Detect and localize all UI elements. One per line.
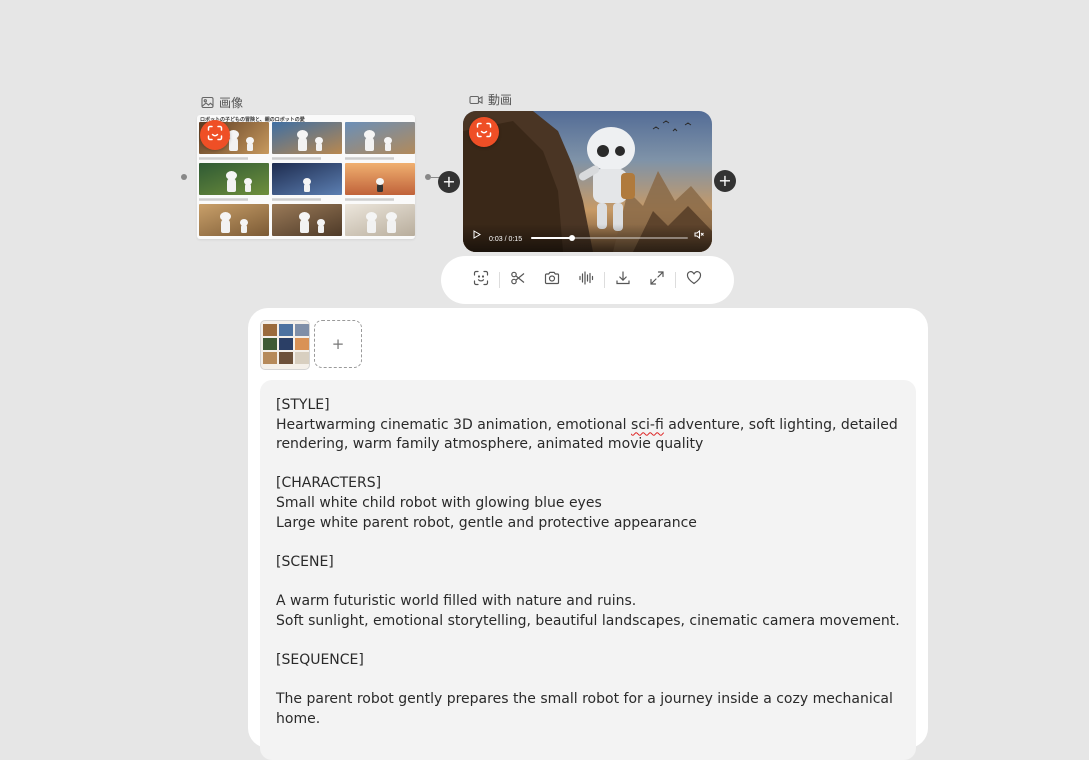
storyboard-panel bbox=[199, 163, 269, 202]
face-scan-icon bbox=[476, 122, 492, 143]
video-node-label: 動画 bbox=[469, 91, 512, 108]
add-reference-button[interactable]: + bbox=[314, 320, 362, 368]
storyboard-panel bbox=[345, 122, 415, 161]
download-button[interactable] bbox=[606, 263, 640, 297]
image-node-label: 画像 bbox=[201, 94, 243, 111]
heart-icon bbox=[686, 270, 702, 291]
camera-icon bbox=[544, 270, 560, 291]
prompt-text[interactable]: [STYLE] Heartwarming cinematic 3D animat… bbox=[260, 380, 916, 729]
video-timestamp: 0:03 / 0:15 bbox=[489, 236, 523, 243]
storyboard-panel bbox=[199, 204, 269, 239]
image-node-input-port[interactable] bbox=[181, 174, 187, 180]
reference-image-thumbnail[interactable] bbox=[260, 320, 310, 370]
fullscreen-button[interactable] bbox=[640, 263, 674, 297]
face-scan-icon bbox=[207, 125, 223, 146]
face-scan-button[interactable] bbox=[464, 263, 498, 297]
toolbar-divider bbox=[499, 272, 500, 288]
prompt-textarea[interactable]: [STYLE] Heartwarming cinematic 3D animat… bbox=[260, 380, 916, 760]
thumbnail-grid bbox=[263, 324, 309, 364]
video-player[interactable]: 0:03 / 0:15 bbox=[463, 111, 712, 252]
image-node[interactable]: ロボットの子どもの冒険と、親のロボットの愛 bbox=[197, 115, 415, 239]
audio-wave-icon bbox=[578, 270, 594, 291]
image-scan-badge[interactable] bbox=[200, 120, 230, 150]
toolbar-divider bbox=[604, 272, 605, 288]
video-scan-badge[interactable] bbox=[469, 117, 499, 147]
toolbar-divider bbox=[675, 272, 676, 288]
face-scan-icon bbox=[473, 270, 489, 291]
play-icon[interactable] bbox=[473, 226, 481, 244]
screenshot-button[interactable] bbox=[535, 263, 569, 297]
scissors-icon bbox=[510, 270, 526, 291]
storyboard-panel bbox=[272, 204, 342, 239]
expand-icon bbox=[649, 270, 665, 291]
video-progress-fill bbox=[531, 237, 572, 239]
mute-icon[interactable] bbox=[694, 226, 704, 244]
video-scrubber-handle[interactable] bbox=[568, 235, 575, 241]
prompt-panel: + [STYLE] Heartwarming cinematic 3D anim… bbox=[248, 308, 928, 760]
video-progress-bar[interactable] bbox=[531, 235, 688, 241]
storyboard-panel bbox=[272, 122, 342, 161]
favorite-button[interactable] bbox=[677, 263, 711, 297]
storyboard-panel bbox=[272, 163, 342, 202]
video-controls: 0:03 / 0:15 bbox=[463, 224, 712, 252]
storyboard-grid bbox=[199, 122, 415, 239]
add-node-button[interactable]: + bbox=[438, 171, 460, 193]
image-icon bbox=[201, 96, 214, 109]
cut-button[interactable] bbox=[501, 263, 535, 297]
download-icon bbox=[615, 270, 631, 291]
spellcheck-flagged-word: sci-fi bbox=[631, 416, 664, 433]
storyboard-panel bbox=[345, 204, 415, 239]
storyboard-panel bbox=[345, 163, 415, 202]
media-toolbar bbox=[441, 256, 734, 304]
audio-button[interactable] bbox=[569, 263, 603, 297]
video-camera-icon bbox=[469, 94, 483, 106]
add-next-node-button[interactable]: + bbox=[714, 170, 736, 192]
